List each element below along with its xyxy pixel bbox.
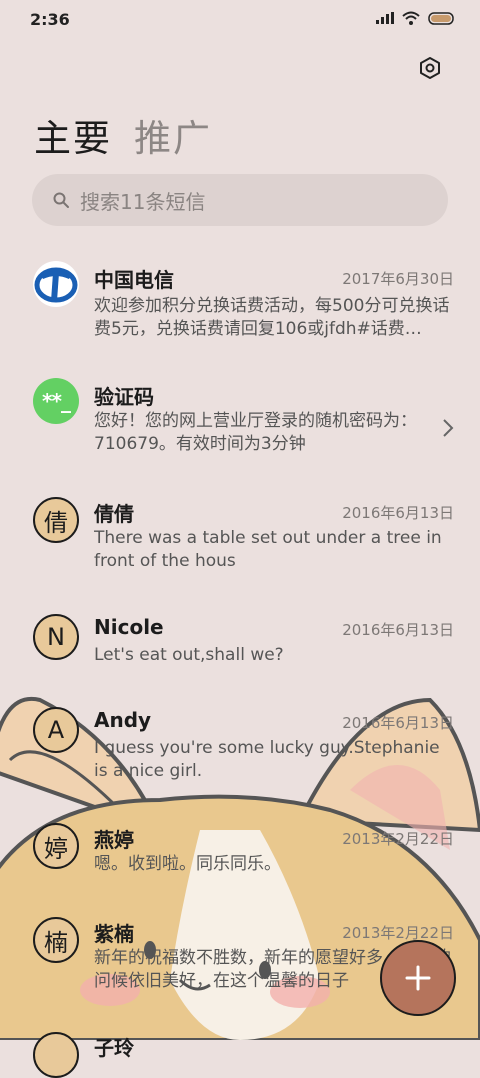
message-date: 2016年6月13日 xyxy=(342,621,454,639)
conversation-item[interactable]: 婷 燕婷 2013年2月22日 嗯。收到啦。同乐同乐。 xyxy=(0,820,480,910)
message-preview: 您好！您的网上营业厅登录的随机密码为：710679。有效时间为3分钟 xyxy=(94,411,417,454)
tab-primary[interactable]: 主要 xyxy=(34,108,112,162)
contact-avatar: 倩 xyxy=(33,497,79,543)
signal-icon xyxy=(376,12,394,24)
contact-name: Nicole xyxy=(94,615,164,639)
message-date: 2016年6月13日 xyxy=(342,714,454,732)
message-date: 2016年6月13日 xyxy=(342,504,454,522)
category-tabs: 主要 推广 xyxy=(34,108,212,162)
message-preview: I guess you're some lucky guy.Stephanie … xyxy=(94,738,440,781)
compose-message-button[interactable] xyxy=(380,940,456,1016)
conversation-item[interactable]: 中国电信 2017年6月30日 欢迎参加积分兑换话费活动，每500分可兑换话费5… xyxy=(0,258,480,368)
message-preview: 欢迎参加积分兑换话费活动，每500分可兑换话费5元，兑换话费请回复106或jfd… xyxy=(94,296,450,339)
contact-name: 验证码 xyxy=(94,385,154,409)
contact-avatar: 婷 xyxy=(33,823,79,869)
status-bar: 2:36 xyxy=(0,0,480,40)
chevron-right-icon[interactable] xyxy=(442,418,454,438)
settings-button[interactable] xyxy=(414,52,446,84)
contact-avatar xyxy=(33,1032,79,1078)
search-bar[interactable]: 搜索11条短信 xyxy=(32,174,448,226)
message-date: 2013年2月22日 xyxy=(342,830,454,848)
conversation-item[interactable]: **_ 验证码 您好！您的网上营业厅登录的随机密码为：710679。有效时间为3… xyxy=(0,376,480,486)
battery-icon xyxy=(428,11,454,25)
conversation-item[interactable]: 倩 倩倩 2016年6月13日 There was a table set ou… xyxy=(0,494,480,604)
contact-avatar: 楠 xyxy=(33,917,79,963)
status-icons xyxy=(376,11,456,25)
verification-code-avatar: **_ xyxy=(33,378,79,424)
china-telecom-logo-avatar xyxy=(33,261,79,307)
conversation-item[interactable]: A Andy 2016年6月13日 I guess you're some lu… xyxy=(0,704,480,814)
contact-name: 燕婷 xyxy=(94,828,134,852)
conversation-item[interactable]: N Nicole 2016年6月13日 Let's eat out,shall … xyxy=(0,611,480,701)
plus-icon xyxy=(405,965,431,991)
contact-name: 子玲 xyxy=(94,1036,134,1060)
contact-name: 紫楠 xyxy=(94,922,134,946)
contact-name: 中国电信 xyxy=(94,268,174,292)
china-telecom-logo-icon xyxy=(34,267,78,303)
search-icon xyxy=(52,191,70,209)
contact-name: 倩倩 xyxy=(94,502,134,526)
message-preview: There was a table set out under a tree i… xyxy=(94,528,442,571)
settings-hexagon-icon xyxy=(420,57,440,79)
contact-avatar: A xyxy=(33,707,79,753)
wifi-icon xyxy=(402,11,420,25)
search-input[interactable]: 搜索11条短信 xyxy=(80,186,205,215)
message-preview: 嗯。收到啦。同乐同乐。 xyxy=(94,854,281,874)
message-date: 2013年2月22日 xyxy=(342,924,454,942)
message-preview: Let's eat out,shall we? xyxy=(94,645,284,665)
message-date: 2017年6月30日 xyxy=(342,270,454,288)
status-time: 2:36 xyxy=(30,10,70,29)
contact-name: Andy xyxy=(94,708,152,732)
tab-promotions[interactable]: 推广 xyxy=(134,108,212,162)
conversation-item[interactable]: 子玲 xyxy=(0,1030,480,1078)
contact-avatar: N xyxy=(33,614,79,660)
